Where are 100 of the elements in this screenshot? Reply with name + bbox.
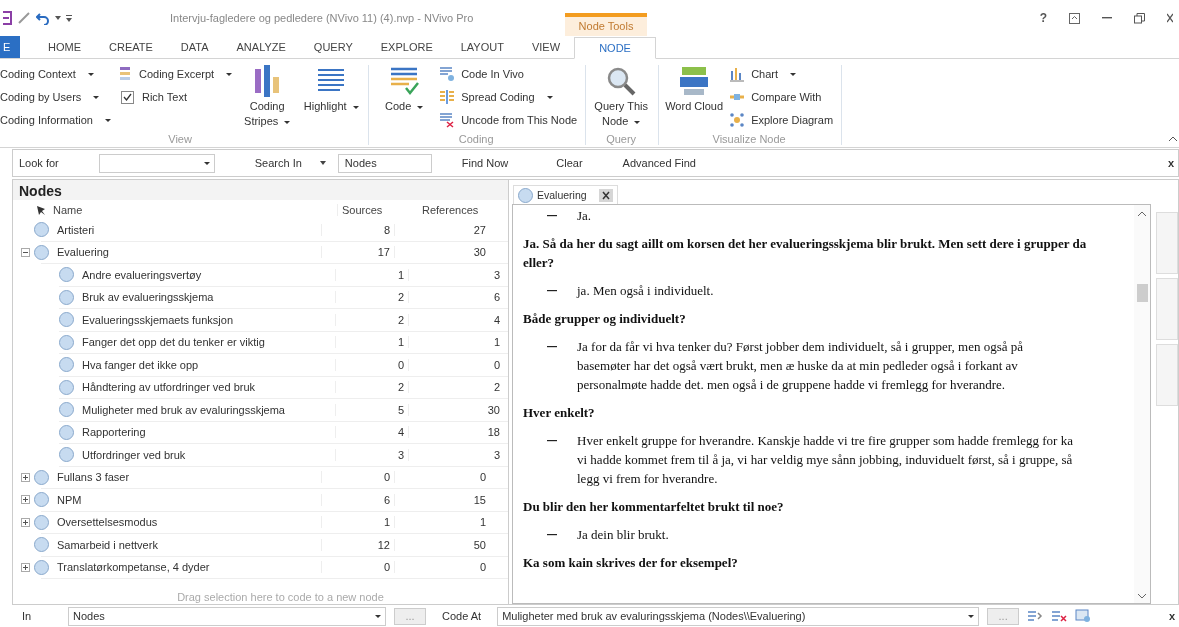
ribbon-button[interactable]: Code (375, 65, 434, 133)
clear-button[interactable]: Clear (556, 157, 583, 169)
app-icon[interactable] (2, 11, 12, 25)
table-cell: 12 (321, 538, 394, 551)
new-node-icon[interactable] (1075, 609, 1092, 623)
file-tab[interactable]: E (0, 36, 20, 58)
search-in-button[interactable]: Search In (254, 157, 302, 169)
node-name[interactable]: Hva fanger det ikke opp (82, 358, 199, 371)
column-header[interactable]: Name (53, 203, 338, 216)
ribbon-button[interactable]: Coding Context (0, 65, 111, 83)
table-cell: 0 (321, 471, 394, 484)
edit-icon[interactable] (17, 11, 31, 25)
ribbon-button[interactable]: Uncode from This Node (439, 111, 578, 129)
node-name[interactable]: Utfordringer ved bruk (82, 448, 186, 461)
node-name[interactable]: Fullans 3 faser (57, 471, 130, 484)
collapse-ribbon-icon[interactable] (1169, 136, 1177, 141)
node-name[interactable]: Evalueringsskjemaets funksjon (82, 313, 234, 326)
column-header[interactable]: References (416, 203, 508, 216)
restore-icon[interactable] (1134, 12, 1145, 24)
ribbon-display-icon[interactable] (1069, 12, 1080, 24)
expand-toggle[interactable] (21, 495, 30, 505)
minimize-icon[interactable] (1102, 17, 1112, 19)
node-icon (34, 222, 49, 238)
scroll-down-icon[interactable] (1138, 594, 1146, 599)
document-tab[interactable]: Evaluering (513, 185, 618, 204)
node-name[interactable]: Andre evalueringsvertøy (82, 268, 202, 281)
ribbon-tab[interactable]: DATA (166, 36, 223, 58)
advanced-find-button[interactable]: Advanced Find (622, 157, 696, 169)
ribbon-tab[interactable]: EXPLORE (366, 36, 447, 58)
ribbon-button[interactable]: Chart (729, 65, 834, 83)
scrollbar[interactable] (1134, 205, 1150, 603)
uncode-icon (439, 112, 456, 128)
close-button[interactable]: x (1167, 157, 1178, 169)
checkbox[interactable] (120, 90, 134, 104)
caret-icon[interactable] (319, 161, 326, 165)
ribbon-tab[interactable]: QUERY (299, 36, 367, 58)
ribbon-button[interactable]: Coding Stripes (238, 65, 297, 133)
ribbon-tab[interactable]: NODE (574, 37, 657, 59)
close-icon[interactable] (1167, 13, 1173, 23)
node-name[interactable]: Fanger det opp det du tenker er viktig (82, 336, 265, 349)
node-icon (34, 559, 49, 575)
node-name[interactable]: NPM (57, 493, 82, 506)
ribbon-button[interactable]: Code In Vivo (439, 65, 578, 83)
ribbon-tab[interactable]: LAYOUT (446, 36, 518, 58)
in-field[interactable]: Nodes (68, 606, 386, 626)
node-name[interactable]: Rapportering (82, 426, 146, 439)
ribbon-button[interactable]: Spread Coding (439, 88, 578, 106)
close-button[interactable]: x (1168, 610, 1179, 622)
dash-bullet (547, 290, 557, 292)
ribbon-button[interactable]: Query This Node (592, 65, 651, 133)
table-cell: 0 (394, 561, 490, 574)
node-name[interactable]: Bruk av evalueringsskjema (82, 291, 214, 304)
ribbon-button[interactable]: Coding Excerpt (116, 65, 233, 83)
node-icon (34, 537, 49, 553)
search-in-field[interactable]: Nodes (337, 153, 432, 173)
node-icon (59, 289, 74, 305)
look-for-field[interactable] (98, 153, 215, 173)
node-name[interactable]: Håndtering av utfordringer ved bruk (82, 381, 256, 394)
close-icon[interactable] (598, 188, 613, 202)
node-icon (59, 379, 74, 395)
code-icon (388, 65, 421, 97)
customize-icon[interactable] (66, 14, 72, 22)
expand-toggle[interactable] (21, 472, 30, 482)
node-name[interactable]: Translatørkompetanse, 4 dyder (57, 561, 210, 574)
ribbon-button[interactable]: Coding Information (0, 111, 111, 129)
table-cell: 1 (394, 516, 490, 529)
undo-icon[interactable] (36, 11, 50, 25)
column-header[interactable]: Sources (338, 203, 416, 216)
node-name[interactable]: Oversettelsesmodus (57, 516, 158, 529)
code-icon[interactable] (1027, 609, 1044, 623)
scroll-thumb[interactable] (1136, 284, 1148, 302)
context-tab-header: Node Tools (565, 13, 647, 36)
node-name[interactable]: Artisteri (57, 223, 95, 236)
table-cell: 0 (321, 561, 394, 574)
table-cell: 6 (321, 493, 394, 506)
caret-icon[interactable] (55, 16, 61, 20)
ribbon-button[interactable]: Word Cloud (665, 65, 724, 133)
table-cell: 17 (321, 246, 394, 259)
ribbon-button[interactable]: Highlight (302, 65, 361, 133)
ribbon-tab[interactable]: HOME (20, 36, 95, 58)
code-at-field[interactable]: Muligheter med bruk av evaluringsskjema (Nodes\\Evaluering) (497, 606, 980, 626)
node-name[interactable]: Samarbeid i nettverk (57, 538, 158, 551)
ribbon-tab[interactable]: VIEW (517, 36, 575, 58)
help-button[interactable]: ? (1039, 11, 1047, 25)
ribbon-button[interactable]: Compare With (729, 88, 834, 106)
ribbon-button[interactable]: Coding by Users (0, 88, 111, 106)
expand-toggle[interactable] (21, 517, 30, 527)
table-cell: 18 (408, 426, 504, 439)
ribbon-button[interactable]: Explore Diagram (729, 111, 834, 129)
expand-toggle[interactable] (21, 562, 30, 572)
node-name[interactable]: Muligheter med bruk av evaluringsskjema (82, 403, 285, 416)
expand-toggle[interactable] (21, 247, 30, 257)
node-name[interactable]: Evaluering (57, 246, 109, 259)
node-icon (59, 447, 74, 463)
ribbon-tab[interactable]: CREATE (95, 36, 167, 58)
find-now-button[interactable]: Find Now (461, 157, 509, 169)
uncode-icon[interactable] (1051, 609, 1068, 623)
ribbon-tab[interactable]: ANALYZE (222, 36, 300, 58)
table-cell: 2 (408, 381, 504, 394)
scroll-up-icon[interactable] (1138, 211, 1146, 216)
